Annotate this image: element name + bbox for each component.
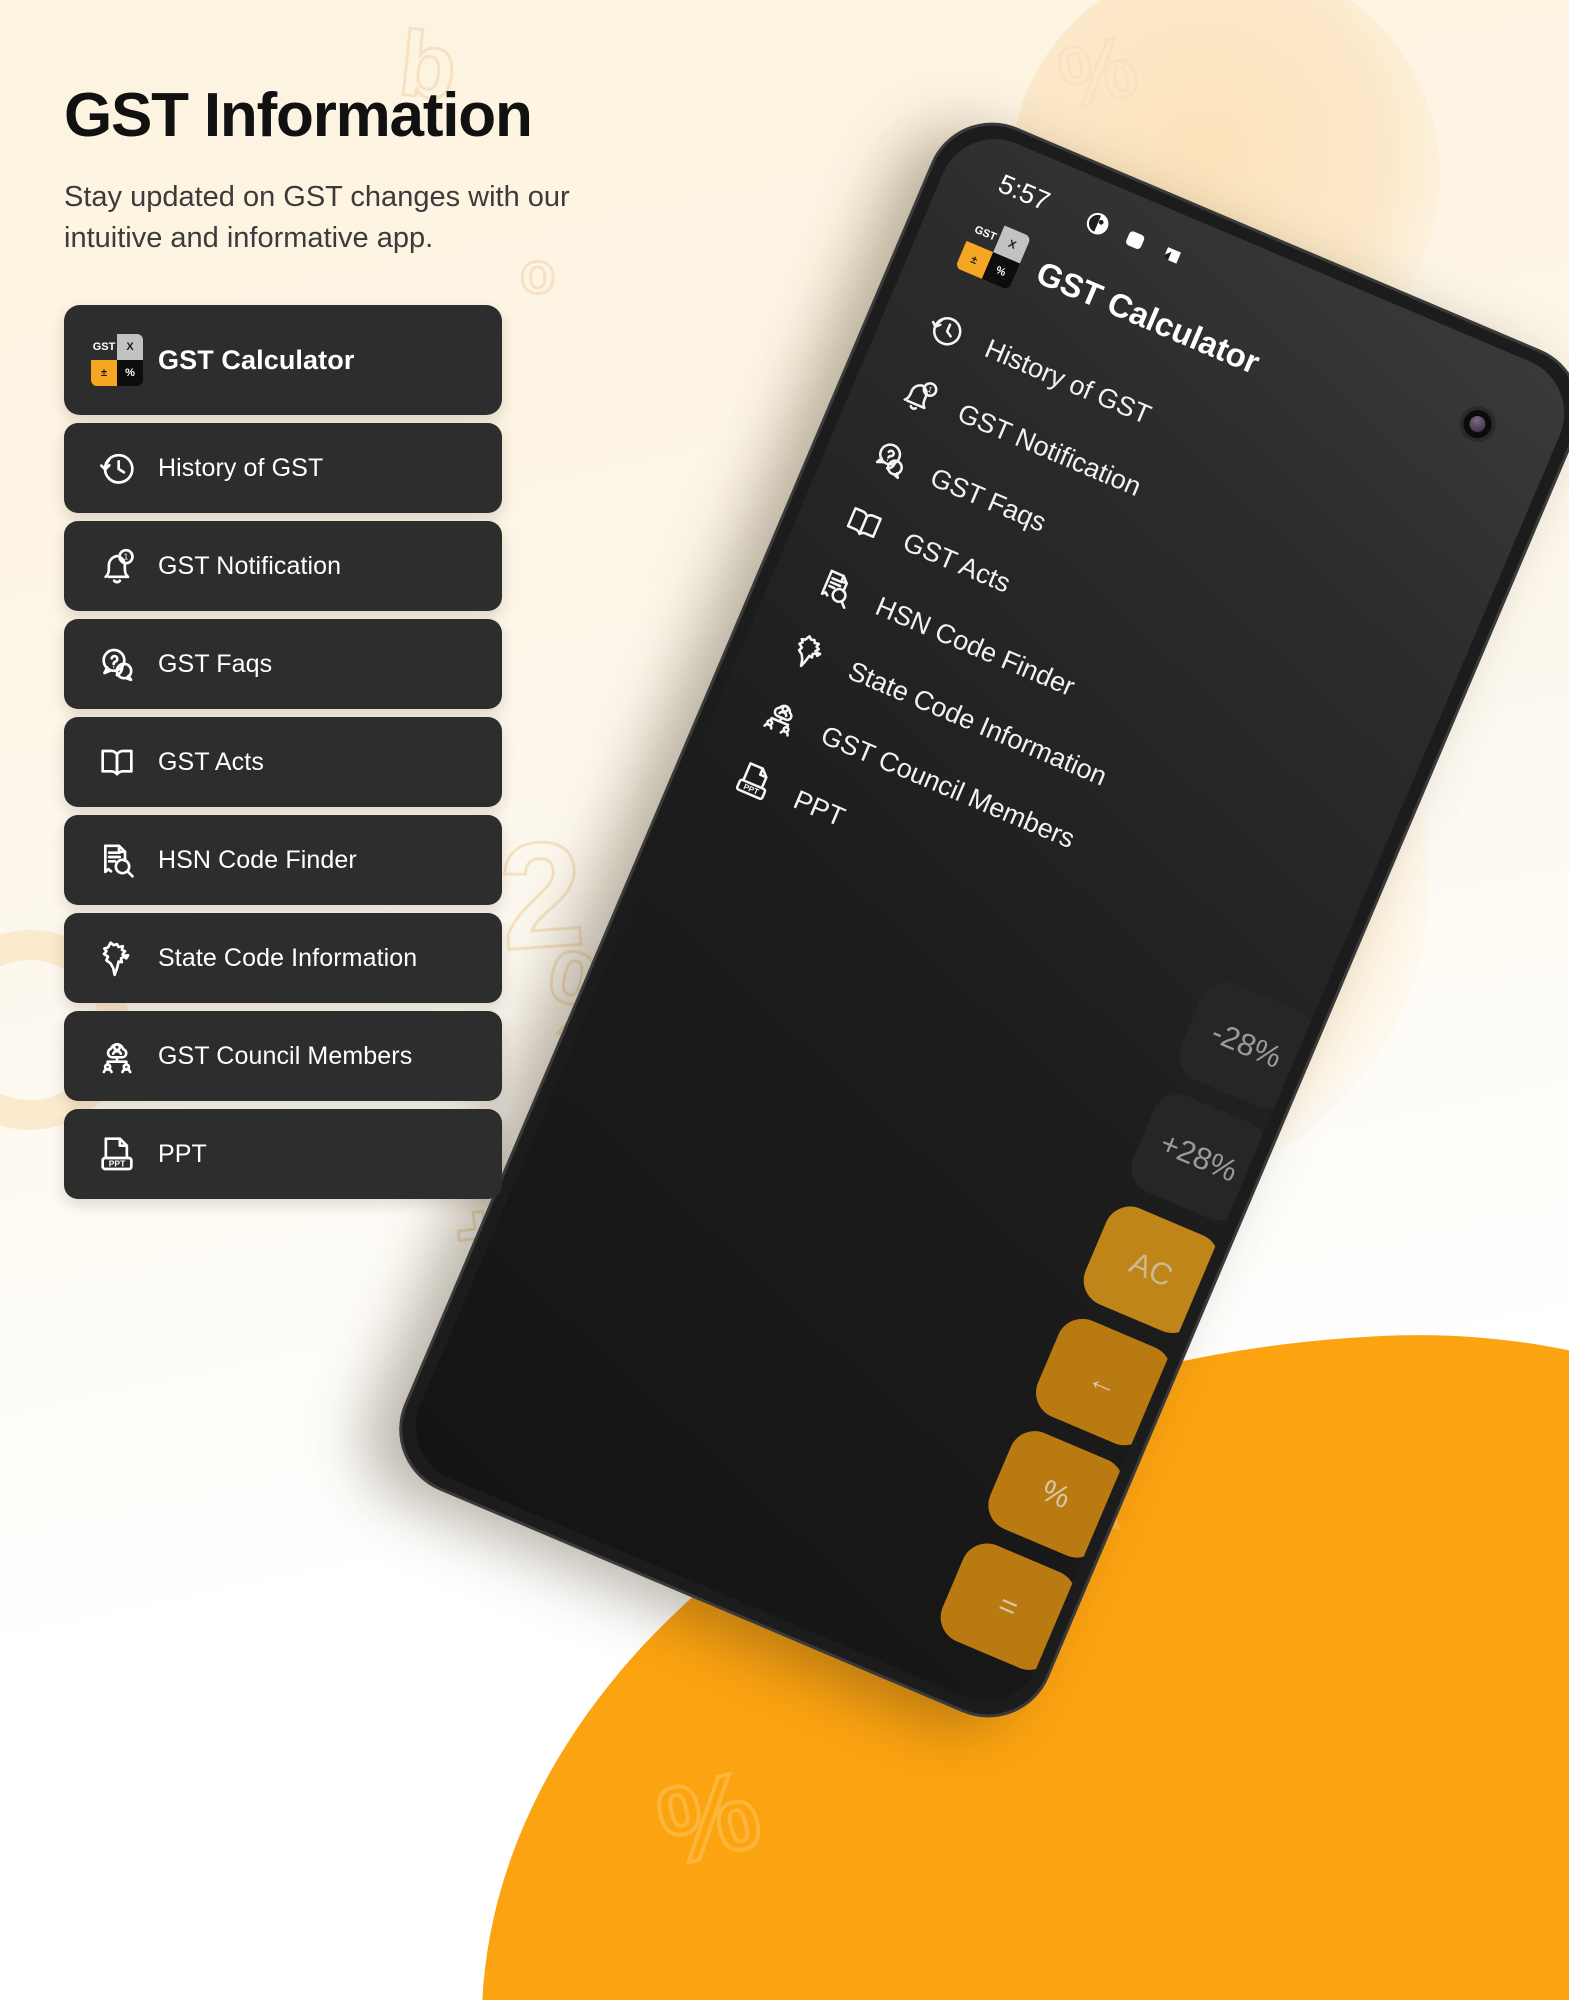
menu-item-label: PPT <box>158 1139 207 1168</box>
menu-item-gst-faqs[interactable]: GST Faqs <box>64 619 502 709</box>
bell-badge-icon-wrap: 1 <box>94 543 140 589</box>
menu-item-label: GST Faqs <box>158 649 273 678</box>
history-clock-icon-wrap <box>917 301 975 359</box>
india-map-icon <box>102 941 130 977</box>
ppt-file-icon-wrap: PPT <box>94 1131 140 1177</box>
menu-item-gst-acts[interactable]: GST Acts <box>64 717 502 807</box>
open-book-icon-wrap <box>835 494 893 552</box>
menu-item-label: GST Acts <box>158 747 264 776</box>
calc-icon-x-cell: X <box>117 334 143 360</box>
menu-item-gst-council-members[interactable]: GST Council Members <box>64 1011 502 1101</box>
india-map-icon-wrap <box>94 935 140 981</box>
svg-text:1: 1 <box>124 552 129 562</box>
open-book-icon-wrap <box>94 739 140 785</box>
page-subtitle: Stay updated on GST changes with our int… <box>64 181 570 255</box>
calc-icon-plusminus-cell: ± <box>91 360 117 386</box>
menu-item-label: GST Council Members <box>158 1041 413 1070</box>
history-clock-icon <box>100 453 134 484</box>
wifi-icon <box>1125 231 1144 249</box>
svg-text:PPT: PPT <box>109 1158 126 1168</box>
question-chat-icon <box>875 443 903 480</box>
open-book-icon <box>846 507 882 538</box>
document-search-icon-wrap <box>94 837 140 883</box>
gst-calculator-icon-wrap: GST X ±% <box>91 334 143 386</box>
bell-badge-icon: 1 <box>104 548 134 584</box>
ppt-file-icon: PPT <box>101 1137 133 1171</box>
people-hierarchy-icon-wrap <box>94 1033 140 1079</box>
people-hierarchy-icon-wrap <box>753 688 811 746</box>
bell-badge-icon-wrap: 1 <box>890 366 948 424</box>
menu-item-hsn-code-finder[interactable]: HSN Code Finder <box>64 815 502 905</box>
calc-icon-percent-cell: % <box>117 360 143 386</box>
header: GST Information Stay updated on GST chan… <box>64 80 764 259</box>
ppt-file-icon-wrap: PPT <box>726 752 784 810</box>
menu-item-gst-calculator[interactable]: GST X ±% GST Calculator <box>64 305 502 415</box>
calc-icon-gst-cell: GST <box>91 334 117 360</box>
people-hierarchy-icon <box>763 704 793 737</box>
open-book-icon <box>101 749 133 776</box>
document-search-icon-wrap <box>808 559 866 617</box>
people-hierarchy-icon <box>102 1043 132 1074</box>
india-map-icon <box>797 635 822 668</box>
status-bar-time: 5:57 <box>994 168 1055 217</box>
menu-item-label: State Code Information <box>158 943 418 972</box>
menu-item-label: History of GST <box>158 453 324 482</box>
menu-item-history-of-gst[interactable]: History of GST <box>64 423 502 513</box>
question-chat-icon <box>102 648 133 682</box>
battery-icon <box>1162 246 1181 264</box>
question-chat-icon-wrap <box>863 430 921 488</box>
menu-item-ppt[interactable]: PPT PPT <box>64 1109 502 1199</box>
phone-menu-item-label: PPT <box>789 783 850 833</box>
document-search-icon <box>104 844 134 878</box>
question-chat-icon-wrap <box>94 641 140 687</box>
history-clock-icon <box>931 317 962 346</box>
page-title: GST Information <box>64 81 533 150</box>
menu-item-label: GST Notification <box>158 551 342 580</box>
india-map-icon-wrap <box>780 623 838 681</box>
menu-item-label: GST Calculator <box>158 344 355 375</box>
signal-icon <box>1086 212 1109 235</box>
ppt-file-icon: PPT <box>735 762 768 800</box>
history-clock-icon-wrap <box>94 445 140 491</box>
svg-text:PPT: PPT <box>742 782 760 796</box>
gst-calculator-icon: GST X ±% <box>91 334 143 386</box>
menu-list: GST X ±% GST Calculator History of GST 1 GST N… <box>64 305 502 1207</box>
document-search-icon <box>820 569 848 609</box>
menu-item-gst-notification[interactable]: 1 GST Notification <box>64 521 502 611</box>
bell-badge-icon: 1 <box>903 382 938 410</box>
menu-item-state-code-information[interactable]: State Code Information <box>64 913 502 1003</box>
menu-item-label: HSN Code Finder <box>158 845 357 874</box>
